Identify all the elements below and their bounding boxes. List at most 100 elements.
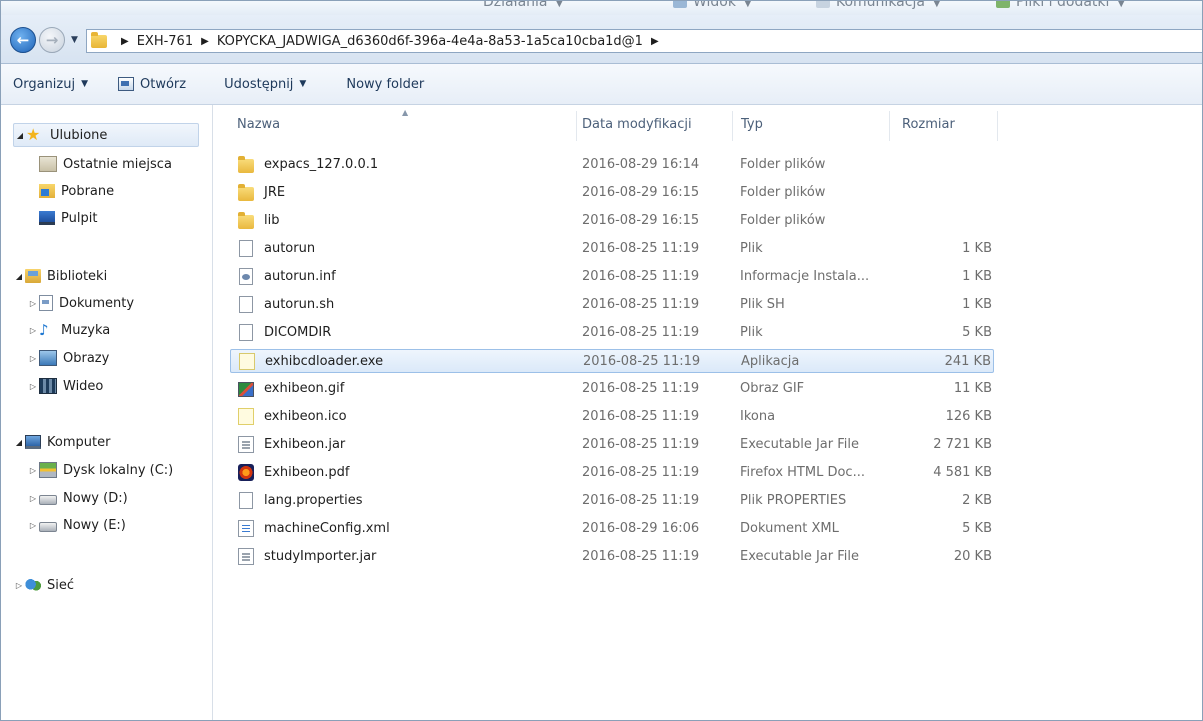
file-row[interactable]: autorun 2016-08-25 11:19 Plik 1 KB bbox=[230, 237, 994, 261]
file-row[interactable]: autorun.inf 2016-08-25 11:19 Informacje In… bbox=[230, 265, 994, 289]
column-date[interactable]: Data modyfikacji bbox=[582, 117, 692, 132]
file-name: Exhibeon.jar bbox=[264, 437, 346, 452]
nav-computer[interactable]: ◢ Komputer bbox=[13, 431, 111, 453]
column-divider[interactable] bbox=[889, 111, 890, 141]
file-name: Exhibeon.pdf bbox=[264, 465, 350, 480]
file-date: 2016-08-25 11:19 bbox=[582, 325, 700, 340]
nav-documents[interactable]: ▷ Dokumenty bbox=[27, 292, 134, 314]
new-folder-button[interactable]: Nowy folder bbox=[318, 64, 436, 104]
explorer-window: Działania ▼ Widok ▼ Komunikacja ▼ Pliki i d… bbox=[0, 0, 1203, 721]
file-name: lang.properties bbox=[264, 493, 363, 508]
column-size[interactable]: Rozmiar bbox=[902, 117, 955, 132]
file-name: expacs_127.0.0.1 bbox=[264, 157, 379, 172]
file-row[interactable]: exhibcdloader.exe 2016-08-25 11:19 Aplikac… bbox=[230, 349, 994, 373]
nav-downloads[interactable]: Pobrane bbox=[39, 180, 114, 202]
file-type: Executable Jar File bbox=[740, 437, 859, 452]
file-row[interactable]: machineConfig.xml 2016-08-29 16:06 Dokumen… bbox=[230, 517, 994, 541]
file-name: machineConfig.xml bbox=[264, 521, 390, 536]
collapsed-triangle-icon[interactable]: ▷ bbox=[27, 382, 39, 391]
file-name: exhibeon.ico bbox=[264, 409, 347, 424]
file-row[interactable]: Exhibeon.jar 2016-08-25 11:19 Executable J… bbox=[230, 433, 994, 457]
column-divider[interactable] bbox=[576, 111, 577, 141]
file-date: 2016-08-29 16:14 bbox=[582, 157, 700, 172]
files-icon bbox=[996, 1, 1010, 8]
file-row[interactable]: JRE 2016-08-29 16:15 Folder plików bbox=[230, 181, 994, 205]
blank-file-icon bbox=[239, 296, 253, 313]
nav-video[interactable]: ▷ Wideo bbox=[27, 375, 103, 397]
column-divider[interactable] bbox=[732, 111, 733, 141]
open-button[interactable]: Otwórz bbox=[100, 64, 198, 104]
expanded-triangle-icon[interactable]: ◢ bbox=[13, 438, 25, 447]
chevron-right-icon[interactable]: ▶ bbox=[121, 36, 129, 47]
collapsed-triangle-icon[interactable]: ▷ bbox=[27, 354, 39, 363]
nav-drive-d[interactable]: ▷ Nowy (D:) bbox=[27, 487, 128, 509]
folder-icon bbox=[91, 31, 107, 48]
file-row[interactable]: lib 2016-08-29 16:15 Folder plików bbox=[230, 209, 994, 233]
menu-view[interactable]: Widok ▼ bbox=[673, 1, 752, 10]
local-disk-icon bbox=[39, 462, 57, 478]
collapsed-triangle-icon[interactable]: ▷ bbox=[13, 581, 25, 590]
menu-files-addons[interactable]: Pliki i dodatki ▼ bbox=[996, 1, 1125, 10]
file-row[interactable]: DICOMDIR 2016-08-25 11:19 Plik 5 KB bbox=[230, 321, 994, 345]
file-type: Obraz GIF bbox=[740, 381, 805, 396]
nav-drive-c[interactable]: ▷ Dysk lokalny (C:) bbox=[27, 459, 173, 481]
file-date: 2016-08-25 11:19 bbox=[582, 493, 700, 508]
chevron-right-icon[interactable]: ▶ bbox=[201, 36, 209, 47]
menu-communication[interactable]: Komunikacja ▼ bbox=[816, 1, 941, 10]
nav-pictures[interactable]: ▷ Obrazy bbox=[27, 347, 109, 369]
file-row[interactable]: studyImporter.jar 2016-08-25 11:19 Executa… bbox=[230, 545, 994, 569]
chevron-right-icon[interactable]: ▶ bbox=[651, 36, 659, 47]
file-date: 2016-08-29 16:06 bbox=[582, 521, 700, 536]
file-size: 2 KB bbox=[962, 493, 992, 508]
expanded-triangle-icon[interactable]: ◢ bbox=[14, 131, 26, 140]
collapsed-triangle-icon[interactable]: ▷ bbox=[27, 521, 39, 530]
column-type[interactable]: Typ bbox=[741, 117, 763, 132]
address-field[interactable]: ▶ EXH-761 ▶ KOPYCKA_JADWIGA_d6360d6f-396… bbox=[86, 29, 1202, 53]
file-type: Plik bbox=[740, 325, 763, 340]
menu-actions[interactable]: Działania ▼ bbox=[483, 1, 563, 10]
file-type: Firefox HTML Doc... bbox=[740, 465, 865, 480]
collapsed-triangle-icon[interactable]: ▷ bbox=[27, 299, 39, 308]
file-size: 1 KB bbox=[962, 269, 992, 284]
recent-pages-dropdown[interactable]: ▼ bbox=[71, 35, 78, 45]
collapsed-triangle-icon[interactable]: ▷ bbox=[27, 326, 39, 335]
downloads-icon bbox=[39, 184, 55, 198]
column-name[interactable]: Nazwa bbox=[237, 117, 280, 132]
file-size: 126 KB bbox=[945, 409, 992, 424]
file-date: 2016-08-25 11:19 bbox=[582, 409, 700, 424]
forward-button[interactable]: → bbox=[39, 27, 65, 53]
file-row[interactable]: expacs_127.0.0.1 2016-08-29 16:14 Folder p… bbox=[230, 153, 994, 177]
collapsed-triangle-icon[interactable]: ▷ bbox=[27, 494, 39, 503]
breadcrumb-patient-folder[interactable]: KOPYCKA_JADWIGA_d6360d6f-396a-4e4a-8a53-… bbox=[217, 34, 643, 49]
nav-network[interactable]: ▷ Sieć bbox=[13, 574, 74, 596]
file-name: studyImporter.jar bbox=[264, 549, 377, 564]
expanded-triangle-icon[interactable]: ◢ bbox=[13, 272, 25, 281]
file-type: Folder plików bbox=[740, 157, 826, 172]
file-row[interactable]: lang.properties 2016-08-25 11:19 Plik PROP… bbox=[230, 489, 994, 513]
share-button[interactable]: Udostępnij ▼ bbox=[198, 64, 318, 104]
nav-recent-places[interactable]: Ostatnie miejsca bbox=[39, 153, 172, 175]
nav-drive-e[interactable]: ▷ Nowy (E:) bbox=[27, 514, 126, 536]
ico-file-icon bbox=[238, 408, 254, 425]
nav-desktop[interactable]: Pulpit bbox=[39, 207, 97, 229]
file-type: Aplikacja bbox=[741, 354, 800, 369]
file-date: 2016-08-25 11:19 bbox=[582, 465, 700, 480]
column-divider[interactable] bbox=[997, 111, 998, 141]
recent-places-icon bbox=[39, 156, 57, 172]
column-header-row: ▲ Nazwa Data modyfikacji Typ Rozmiar bbox=[213, 105, 1202, 146]
nav-music[interactable]: ▷ ♪ Muzyka bbox=[27, 319, 110, 341]
collapsed-triangle-icon[interactable]: ▷ bbox=[27, 466, 39, 475]
nav-favorites[interactable]: ◢ ★ Ulubione bbox=[13, 123, 199, 147]
organize-button[interactable]: Organizuj ▼ bbox=[1, 64, 100, 104]
file-type: Informacje Instala... bbox=[740, 269, 870, 284]
file-row[interactable]: exhibeon.gif 2016-08-25 11:19 Obraz GIF 11 … bbox=[230, 377, 994, 401]
blank-file-icon bbox=[239, 240, 253, 257]
file-date: 2016-08-25 11:19 bbox=[582, 381, 700, 396]
back-button[interactable]: ← bbox=[10, 27, 36, 53]
breadcrumb-exh-761[interactable]: EXH-761 bbox=[137, 34, 193, 49]
nav-libraries[interactable]: ◢ Biblioteki bbox=[13, 265, 107, 287]
file-date: 2016-08-25 11:19 bbox=[583, 354, 701, 369]
file-row[interactable]: Exhibeon.pdf 2016-08-25 11:19 Firefox HTML… bbox=[230, 461, 994, 485]
file-row[interactable]: autorun.sh 2016-08-25 11:19 Plik SH 1 KB bbox=[230, 293, 994, 317]
file-row[interactable]: exhibeon.ico 2016-08-25 11:19 Ikona 126 KB bbox=[230, 405, 994, 429]
